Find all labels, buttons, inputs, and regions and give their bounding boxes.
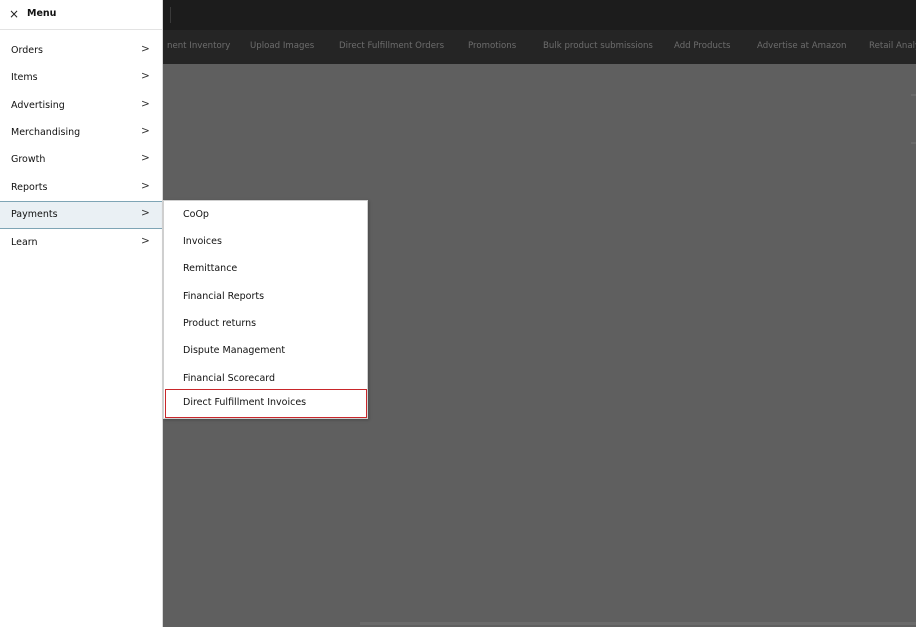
nav-link-bulk-product-submissions[interactable]: Bulk product submissions <box>543 41 653 51</box>
faded-content <box>911 94 916 96</box>
chevron-right-icon: > <box>141 207 150 219</box>
menu-title: Menu <box>27 8 57 19</box>
nav-link-upload-images[interactable]: Upload Images <box>250 41 314 51</box>
submenu-item-label: Financial Scorecard <box>183 373 276 384</box>
submenu-item-label: Dispute Management <box>183 345 286 356</box>
menu-item-label: Reports <box>11 182 48 193</box>
menu-item-merchandising[interactable]: Merchandising > <box>0 119 162 146</box>
submenu-item-label: Direct Fulfillment Invoices <box>183 397 307 408</box>
menu-item-label: Learn <box>11 237 38 248</box>
nav-link-add-products[interactable]: Add Products <box>674 41 730 51</box>
close-icon[interactable]: × <box>9 7 19 21</box>
menu-item-label: Growth <box>11 154 46 165</box>
menu-item-orders[interactable]: Orders > <box>0 37 162 64</box>
faded-content <box>911 142 916 144</box>
menu-header: × Menu <box>0 0 162 30</box>
chevron-right-icon: > <box>141 70 150 82</box>
menu-item-label: Items <box>11 72 38 83</box>
chevron-right-icon: > <box>141 180 150 192</box>
submenu-item-label: CoOp <box>183 209 209 220</box>
menu-item-label: Payments <box>11 209 58 220</box>
menu-item-advertising[interactable]: Advertising > <box>0 92 162 119</box>
submenu-item-direct-fulfillment-invoices[interactable]: Direct Fulfillment Invoices <box>165 389 367 418</box>
submenu-item-label: Remittance <box>183 263 238 274</box>
faded-footer <box>360 622 916 625</box>
submenu-item-label: Invoices <box>183 236 222 247</box>
submenu-item-product-returns[interactable]: Product returns <box>165 310 367 337</box>
submenu-item-label: Product returns <box>183 318 257 329</box>
side-menu: × Menu Orders > Items > Advertising > Me… <box>0 0 163 627</box>
nav-link-direct-fulfillment-orders[interactable]: Direct Fulfillment Orders <box>339 41 444 51</box>
submenu-item-financial-reports[interactable]: Financial Reports <box>165 283 367 310</box>
submenu-item-remittance[interactable]: Remittance <box>165 255 367 282</box>
submenu-item-dispute-management[interactable]: Dispute Management <box>165 337 367 364</box>
menu-item-reports[interactable]: Reports > <box>0 174 162 201</box>
menu-item-learn[interactable]: Learn > <box>0 229 162 256</box>
menu-item-items[interactable]: Items > <box>0 64 162 91</box>
chevron-right-icon: > <box>141 125 150 137</box>
menu-item-label: Merchandising <box>11 127 81 138</box>
submenu-item-coop[interactable]: CoOp <box>165 201 367 228</box>
menu-item-label: Advertising <box>11 100 65 111</box>
chevron-right-icon: > <box>141 98 150 110</box>
nav-link-promotions[interactable]: Promotions <box>468 41 516 51</box>
menu-item-label: Orders <box>11 45 43 56</box>
payments-submenu: CoOp Invoices Remittance Financial Repor… <box>163 200 368 419</box>
nav-link-inventory[interactable]: nent Inventory <box>167 41 230 51</box>
chevron-right-icon: > <box>141 43 150 55</box>
chevron-right-icon: > <box>141 152 150 164</box>
nav-link-advertise-at-amazon[interactable]: Advertise at Amazon <box>757 41 846 51</box>
submenu-item-label: Financial Reports <box>183 291 265 302</box>
submenu-item-financial-scorecard[interactable]: Financial Scorecard <box>165 365 367 392</box>
menu-item-payments[interactable]: Payments > <box>0 201 162 229</box>
submenu-item-invoices[interactable]: Invoices <box>165 228 367 255</box>
menu-item-growth[interactable]: Growth > <box>0 146 162 173</box>
nav-link-retail-analytics[interactable]: Retail Analy <box>869 41 916 51</box>
chevron-right-icon: > <box>141 235 150 247</box>
header-divider <box>170 7 171 23</box>
